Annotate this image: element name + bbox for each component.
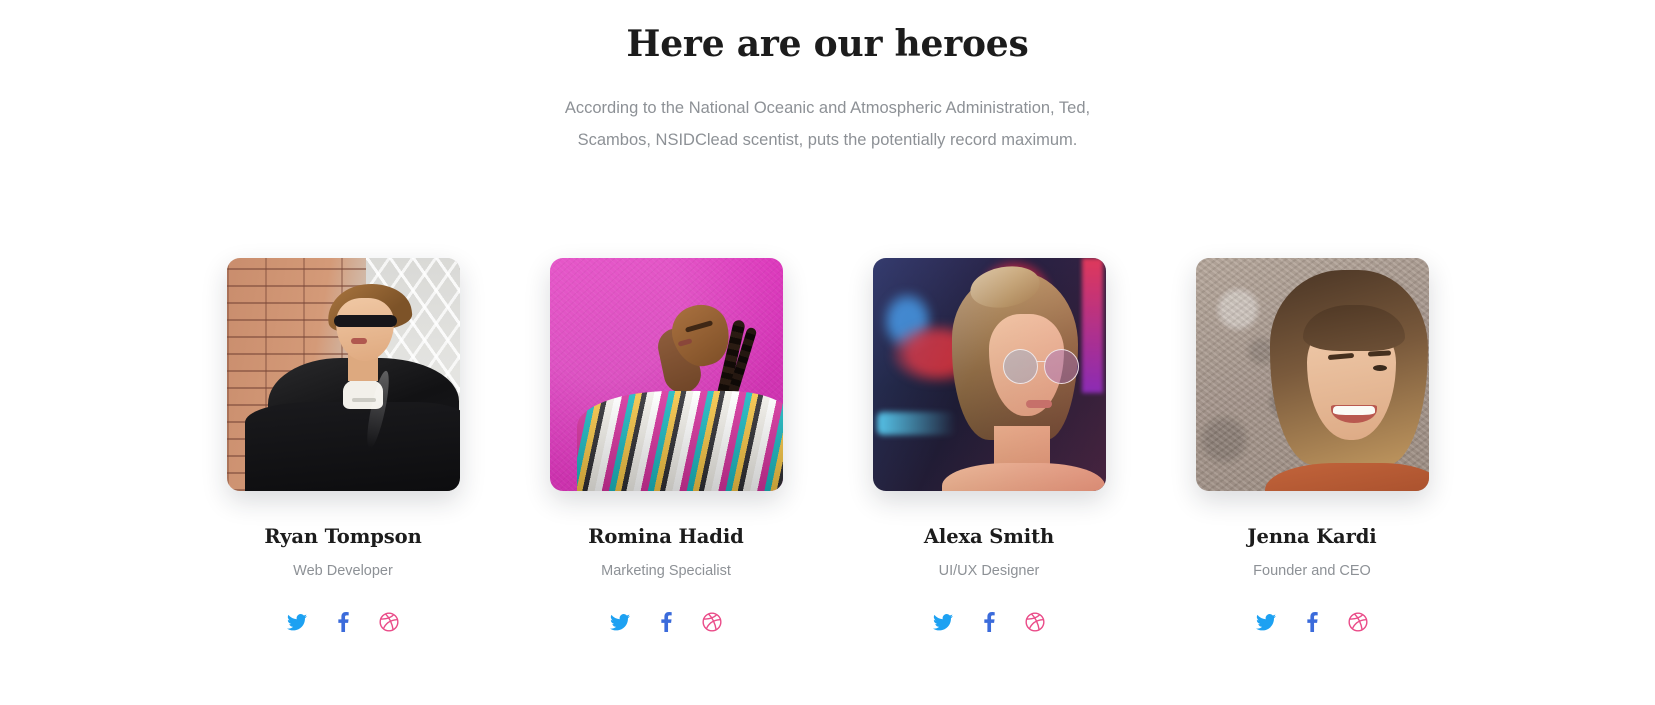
- member-role: Web Developer: [293, 563, 393, 579]
- member-name: Romina Hadid: [588, 525, 744, 548]
- twitter-icon[interactable]: [930, 609, 956, 635]
- member-role: Founder and CEO: [1253, 563, 1371, 579]
- facebook-icon[interactable]: [330, 609, 356, 635]
- member-name: Ryan Tompson: [264, 525, 422, 548]
- facebook-icon[interactable]: [653, 609, 679, 635]
- member-role: Marketing Specialist: [601, 563, 731, 579]
- social-links: [284, 609, 402, 635]
- member-photo-ryan-tompson: [226, 258, 460, 491]
- facebook-icon[interactable]: [976, 609, 1002, 635]
- social-links: [930, 609, 1048, 635]
- dribbble-icon[interactable]: [1345, 609, 1371, 635]
- member-photo-romina-hadid: [549, 258, 783, 491]
- avatar[interactable]: [872, 258, 1106, 491]
- team-member-card[interactable]: Ryan Tompson Web Developer: [226, 258, 460, 635]
- team-member-card[interactable]: Alexa Smith UI/UX Designer: [872, 258, 1106, 635]
- facebook-icon[interactable]: [1299, 609, 1325, 635]
- page-title: Here are our heroes: [626, 23, 1029, 65]
- twitter-icon[interactable]: [284, 609, 310, 635]
- section-header: Here are our heroes According to the Nat…: [0, 0, 1655, 156]
- team-section: Here are our heroes According to the Nat…: [0, 0, 1655, 705]
- twitter-icon[interactable]: [1253, 609, 1279, 635]
- team-member-card[interactable]: Jenna Kardi Founder and CEO: [1195, 258, 1429, 635]
- member-photo-alexa-smith: [872, 258, 1106, 491]
- avatar[interactable]: [549, 258, 783, 491]
- team-member-card[interactable]: Romina Hadid Marketing Specialist: [549, 258, 783, 635]
- team-grid: Ryan Tompson Web Developer Romina Hadid …: [0, 258, 1655, 635]
- dribbble-icon[interactable]: [376, 609, 402, 635]
- member-photo-jenna-kardi: [1195, 258, 1429, 491]
- twitter-icon[interactable]: [607, 609, 633, 635]
- social-links: [607, 609, 725, 635]
- member-name: Alexa Smith: [923, 525, 1055, 548]
- avatar[interactable]: [226, 258, 460, 491]
- dribbble-icon[interactable]: [699, 609, 725, 635]
- dribbble-icon[interactable]: [1022, 609, 1048, 635]
- member-role: UI/UX Designer: [938, 563, 1040, 579]
- section-subtitle: According to the National Oceanic and At…: [564, 99, 1091, 149]
- social-links: [1253, 609, 1371, 635]
- member-name: Jenna Kardi: [1247, 525, 1377, 548]
- avatar[interactable]: [1195, 258, 1429, 491]
